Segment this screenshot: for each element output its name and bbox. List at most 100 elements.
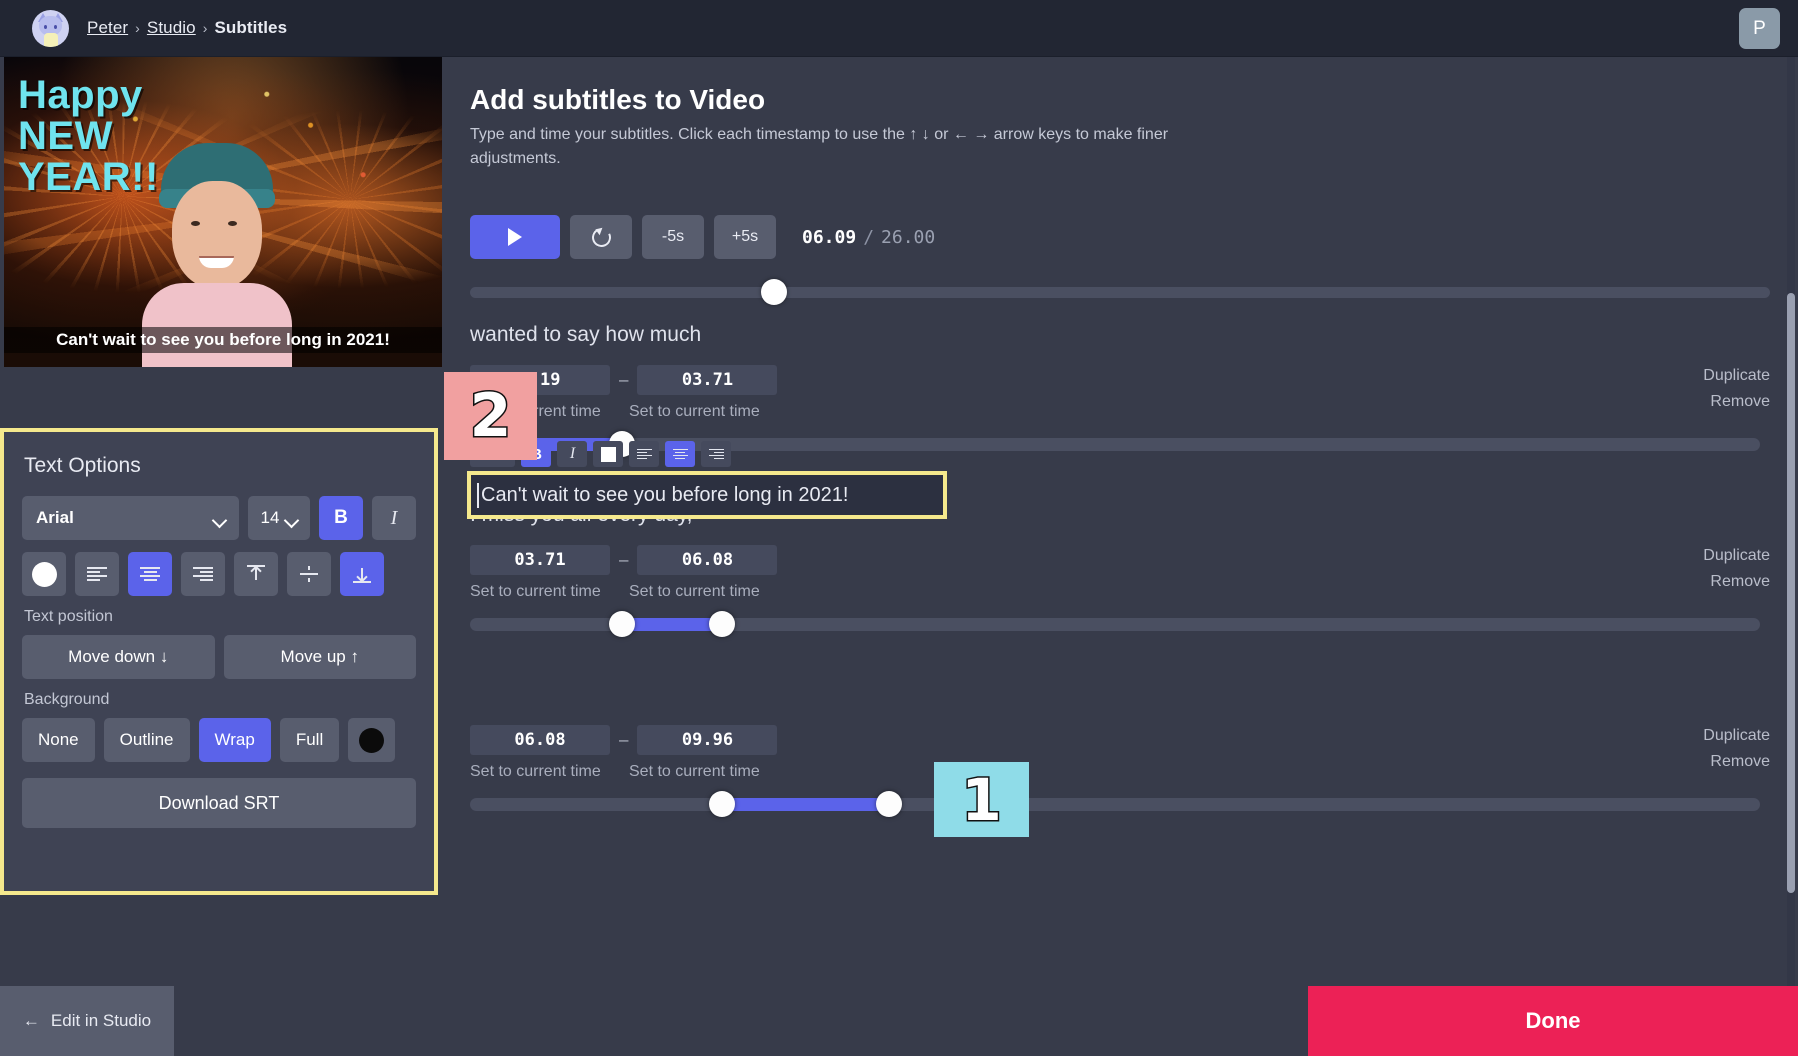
subtitle-text-input[interactable]: Can't wait to see you before long in 202… bbox=[467, 471, 947, 519]
text-color-button[interactable] bbox=[22, 552, 66, 596]
font-size-value: 14 bbox=[261, 508, 280, 528]
back-arrow-icon: ← bbox=[23, 1011, 40, 1031]
scrubber-track[interactable] bbox=[470, 287, 1770, 298]
inline-align-center-button[interactable] bbox=[665, 441, 695, 467]
subtitle-row: I miss you all every day,03.71–06.08Set … bbox=[442, 503, 1798, 683]
main-pane: Add subtitles to Video Type and time you… bbox=[442, 57, 1798, 986]
background-label: Background bbox=[24, 691, 416, 709]
callout-1-label: 1 bbox=[961, 766, 1001, 834]
move-up-button[interactable]: Move up ↑ bbox=[224, 635, 417, 679]
time-display: 06.09/26.00 bbox=[802, 227, 935, 248]
bold-button[interactable]: B bbox=[319, 496, 363, 540]
download-srt-button[interactable]: Download SRT bbox=[22, 778, 416, 828]
timestamp-group: 03.71–06.08 bbox=[470, 545, 777, 575]
background-none-button[interactable]: None bbox=[22, 718, 95, 762]
start-timestamp[interactable]: 03.71 bbox=[470, 545, 610, 575]
align-middle-icon bbox=[300, 565, 318, 583]
rewind-5s-button[interactable]: -5s bbox=[642, 215, 704, 259]
callout-2-label: 2 bbox=[470, 381, 512, 451]
done-button[interactable]: Done bbox=[1308, 986, 1798, 1056]
duplicate-link[interactable]: Duplicate bbox=[1703, 367, 1770, 385]
background-outline-button[interactable]: Outline bbox=[104, 718, 190, 762]
breadcrumb-separator-1: › bbox=[135, 20, 140, 36]
person-eye-left bbox=[191, 221, 200, 226]
font-family-value: Arial bbox=[36, 508, 74, 528]
background-color-swatch-icon bbox=[359, 728, 384, 753]
chevron-down-icon bbox=[286, 515, 297, 522]
set-end-to-current-time[interactable]: Set to current time bbox=[629, 403, 760, 421]
subtitle-row-text[interactable]: wanted to say how much bbox=[470, 323, 701, 347]
align-right-button[interactable] bbox=[181, 552, 225, 596]
range-end-handle[interactable] bbox=[876, 791, 902, 817]
cat-eye-left-icon bbox=[44, 25, 47, 29]
video-scrubber[interactable] bbox=[470, 279, 1770, 305]
end-timestamp[interactable]: 03.71 bbox=[637, 365, 777, 395]
background-color-button[interactable] bbox=[348, 718, 395, 762]
inline-align-right-button[interactable] bbox=[701, 441, 731, 467]
start-timestamp[interactable]: 06.08 bbox=[470, 725, 610, 755]
range-start-handle[interactable] bbox=[609, 611, 635, 637]
set-start-to-current-time[interactable]: Set to current time bbox=[470, 763, 601, 781]
chevron-down-icon bbox=[214, 515, 225, 522]
video-title-overlay: Happy NEW YEAR!! bbox=[18, 75, 159, 197]
breadcrumb-user[interactable]: Peter bbox=[87, 18, 128, 38]
edit-in-studio-button[interactable]: ← Edit in Studio bbox=[0, 986, 174, 1056]
text-position-label: Text position bbox=[24, 608, 416, 626]
align-left-button[interactable] bbox=[75, 552, 119, 596]
end-timestamp[interactable]: 09.96 bbox=[637, 725, 777, 755]
background-full-button[interactable]: Full bbox=[280, 718, 339, 762]
font-family-select[interactable]: Arial bbox=[22, 496, 239, 540]
scrubber-handle[interactable] bbox=[761, 279, 787, 305]
current-time: 06.09 bbox=[802, 227, 856, 248]
background-wrap-button[interactable]: Wrap bbox=[199, 718, 271, 762]
align-top-button[interactable] bbox=[234, 552, 278, 596]
move-down-button[interactable]: Move down ↓ bbox=[22, 635, 215, 679]
profile-badge[interactable]: P bbox=[1739, 8, 1780, 49]
text-options-panel: Text Options Arial 14 B I bbox=[0, 428, 438, 895]
font-size-select[interactable]: 14 bbox=[248, 496, 310, 540]
video-title-line-3: YEAR!! bbox=[18, 157, 159, 198]
duplicate-link[interactable]: Duplicate bbox=[1703, 547, 1770, 565]
person-body bbox=[142, 283, 292, 367]
align-left-icon bbox=[637, 449, 652, 460]
align-middle-button[interactable] bbox=[287, 552, 331, 596]
duplicate-link[interactable]: Duplicate bbox=[1703, 727, 1770, 745]
align-right-icon bbox=[709, 449, 724, 460]
align-bottom-button[interactable] bbox=[340, 552, 384, 596]
face-shape bbox=[172, 181, 262, 289]
range-end-handle[interactable] bbox=[709, 611, 735, 637]
timestamp-dash: – bbox=[619, 730, 628, 750]
range-slider-track[interactable] bbox=[470, 798, 1760, 811]
alignment-row bbox=[22, 552, 416, 596]
align-center-button[interactable] bbox=[128, 552, 172, 596]
remove-link[interactable]: Remove bbox=[1710, 573, 1770, 591]
inline-italic-button[interactable]: I bbox=[557, 441, 587, 467]
scrollbar-thumb[interactable] bbox=[1787, 293, 1795, 893]
forward-5s-button[interactable]: +5s bbox=[714, 215, 776, 259]
person-eye-right bbox=[228, 221, 237, 226]
remove-link[interactable]: Remove bbox=[1710, 393, 1770, 411]
range-slider-track[interactable] bbox=[470, 618, 1760, 631]
align-left-icon bbox=[87, 567, 107, 582]
breadcrumb: Peter › Studio › Subtitles bbox=[87, 18, 287, 38]
play-button[interactable] bbox=[470, 215, 560, 259]
subtitle-text-value: Can't wait to see you before long in 202… bbox=[481, 484, 848, 507]
replay-button[interactable] bbox=[570, 215, 632, 259]
preview-caption: Can't wait to see you before long in 202… bbox=[4, 327, 442, 353]
cat-eye-right-icon bbox=[54, 25, 57, 29]
video-title-line-1: Happy bbox=[18, 75, 159, 116]
end-timestamp[interactable]: 06.08 bbox=[637, 545, 777, 575]
remove-link[interactable]: Remove bbox=[1710, 753, 1770, 771]
inline-color-button[interactable] bbox=[593, 441, 623, 467]
set-end-to-current-time[interactable]: Set to current time bbox=[629, 763, 760, 781]
set-start-to-current-time[interactable]: Set to current time bbox=[470, 583, 601, 601]
video-preview[interactable]: Happy NEW YEAR!! Can't wait to see you b… bbox=[4, 57, 442, 367]
set-end-to-current-time[interactable]: Set to current time bbox=[629, 583, 760, 601]
italic-button[interactable]: I bbox=[372, 496, 416, 540]
inline-align-left-button[interactable] bbox=[629, 441, 659, 467]
range-start-handle[interactable] bbox=[709, 791, 735, 817]
video-title-line-2: NEW bbox=[18, 116, 159, 157]
edit-in-studio-label: Edit in Studio bbox=[51, 1011, 151, 1031]
breadcrumb-studio[interactable]: Studio bbox=[147, 18, 196, 38]
bottom-bar: ← Edit in Studio Done bbox=[0, 986, 1798, 1056]
